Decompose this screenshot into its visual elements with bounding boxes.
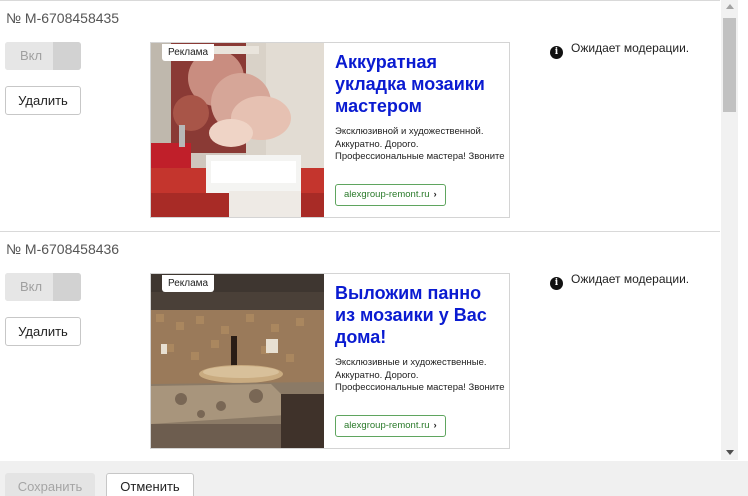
toggle-knob [53, 273, 81, 301]
ad-number: № M-6708458436 [6, 241, 120, 257]
ads-list: № M-6708458435 Вкл Удалить Реклама Аккур… [0, 0, 720, 460]
scroll-up-arrow-icon[interactable] [726, 4, 734, 9]
delete-button[interactable]: Удалить [5, 317, 81, 346]
toggle-knob [53, 42, 81, 70]
ad-link[interactable]: alexgroup-remont.ru › [335, 415, 446, 437]
ad-badge: Реклама [162, 44, 215, 61]
ad-badge: Реклама [162, 275, 215, 292]
ad-text: Эксклюзивной и художественной. Аккуратно… [335, 126, 505, 162]
ad-title[interactable]: Аккуратная укладка мозаики мастером [335, 51, 505, 117]
save-button[interactable]: Сохранить [5, 473, 95, 496]
toggle-label: Вкл [5, 42, 57, 70]
moderation-status: i Ожидает модерации. [550, 41, 689, 59]
ad-image-bathroom: Реклама [151, 43, 324, 217]
ad-text: Эксклюзивные и художественные. Аккуратно… [335, 357, 505, 393]
ad-image-kitchen: Реклама [151, 274, 324, 448]
ad-preview-card[interactable]: Реклама Выложим панно из мозаики у Вас д… [150, 273, 510, 449]
status-text: Ожидает модерации. [571, 41, 690, 55]
ad-item: № M-6708458435 Вкл Удалить Реклама Аккур… [0, 1, 720, 229]
vertical-scrollbar[interactable] [721, 0, 738, 460]
ad-link[interactable]: alexgroup-remont.ru › [335, 184, 446, 206]
enable-toggle[interactable]: Вкл [5, 273, 81, 301]
delete-button[interactable]: Удалить [5, 86, 81, 115]
info-icon: i [550, 46, 563, 59]
moderation-status: i Ожидает модерации. [550, 272, 689, 290]
scroll-down-arrow-icon[interactable] [726, 450, 734, 455]
chevron-right-icon: › [433, 420, 437, 431]
scroll-thumb[interactable] [723, 18, 736, 112]
footer-actions: Сохранить Отменить [0, 461, 748, 496]
ad-item: № M-6708458436 Вкл Удалить Реклама Вылож… [0, 231, 720, 459]
status-text: Ожидает модерации. [571, 272, 690, 286]
ad-link-text: alexgroup-remont.ru [344, 420, 430, 431]
toggle-label: Вкл [5, 273, 57, 301]
cancel-button[interactable]: Отменить [106, 473, 194, 496]
enable-toggle[interactable]: Вкл [5, 42, 81, 70]
ad-preview-card[interactable]: Реклама Аккуратная укладка мозаики масте… [150, 42, 510, 218]
chevron-right-icon: › [433, 189, 437, 200]
ad-link-text: alexgroup-remont.ru [344, 189, 430, 200]
info-icon: i [550, 277, 563, 290]
ad-title[interactable]: Выложим панно из мозаики у Вас дома! [335, 282, 505, 348]
ad-number: № M-6708458435 [6, 10, 120, 26]
